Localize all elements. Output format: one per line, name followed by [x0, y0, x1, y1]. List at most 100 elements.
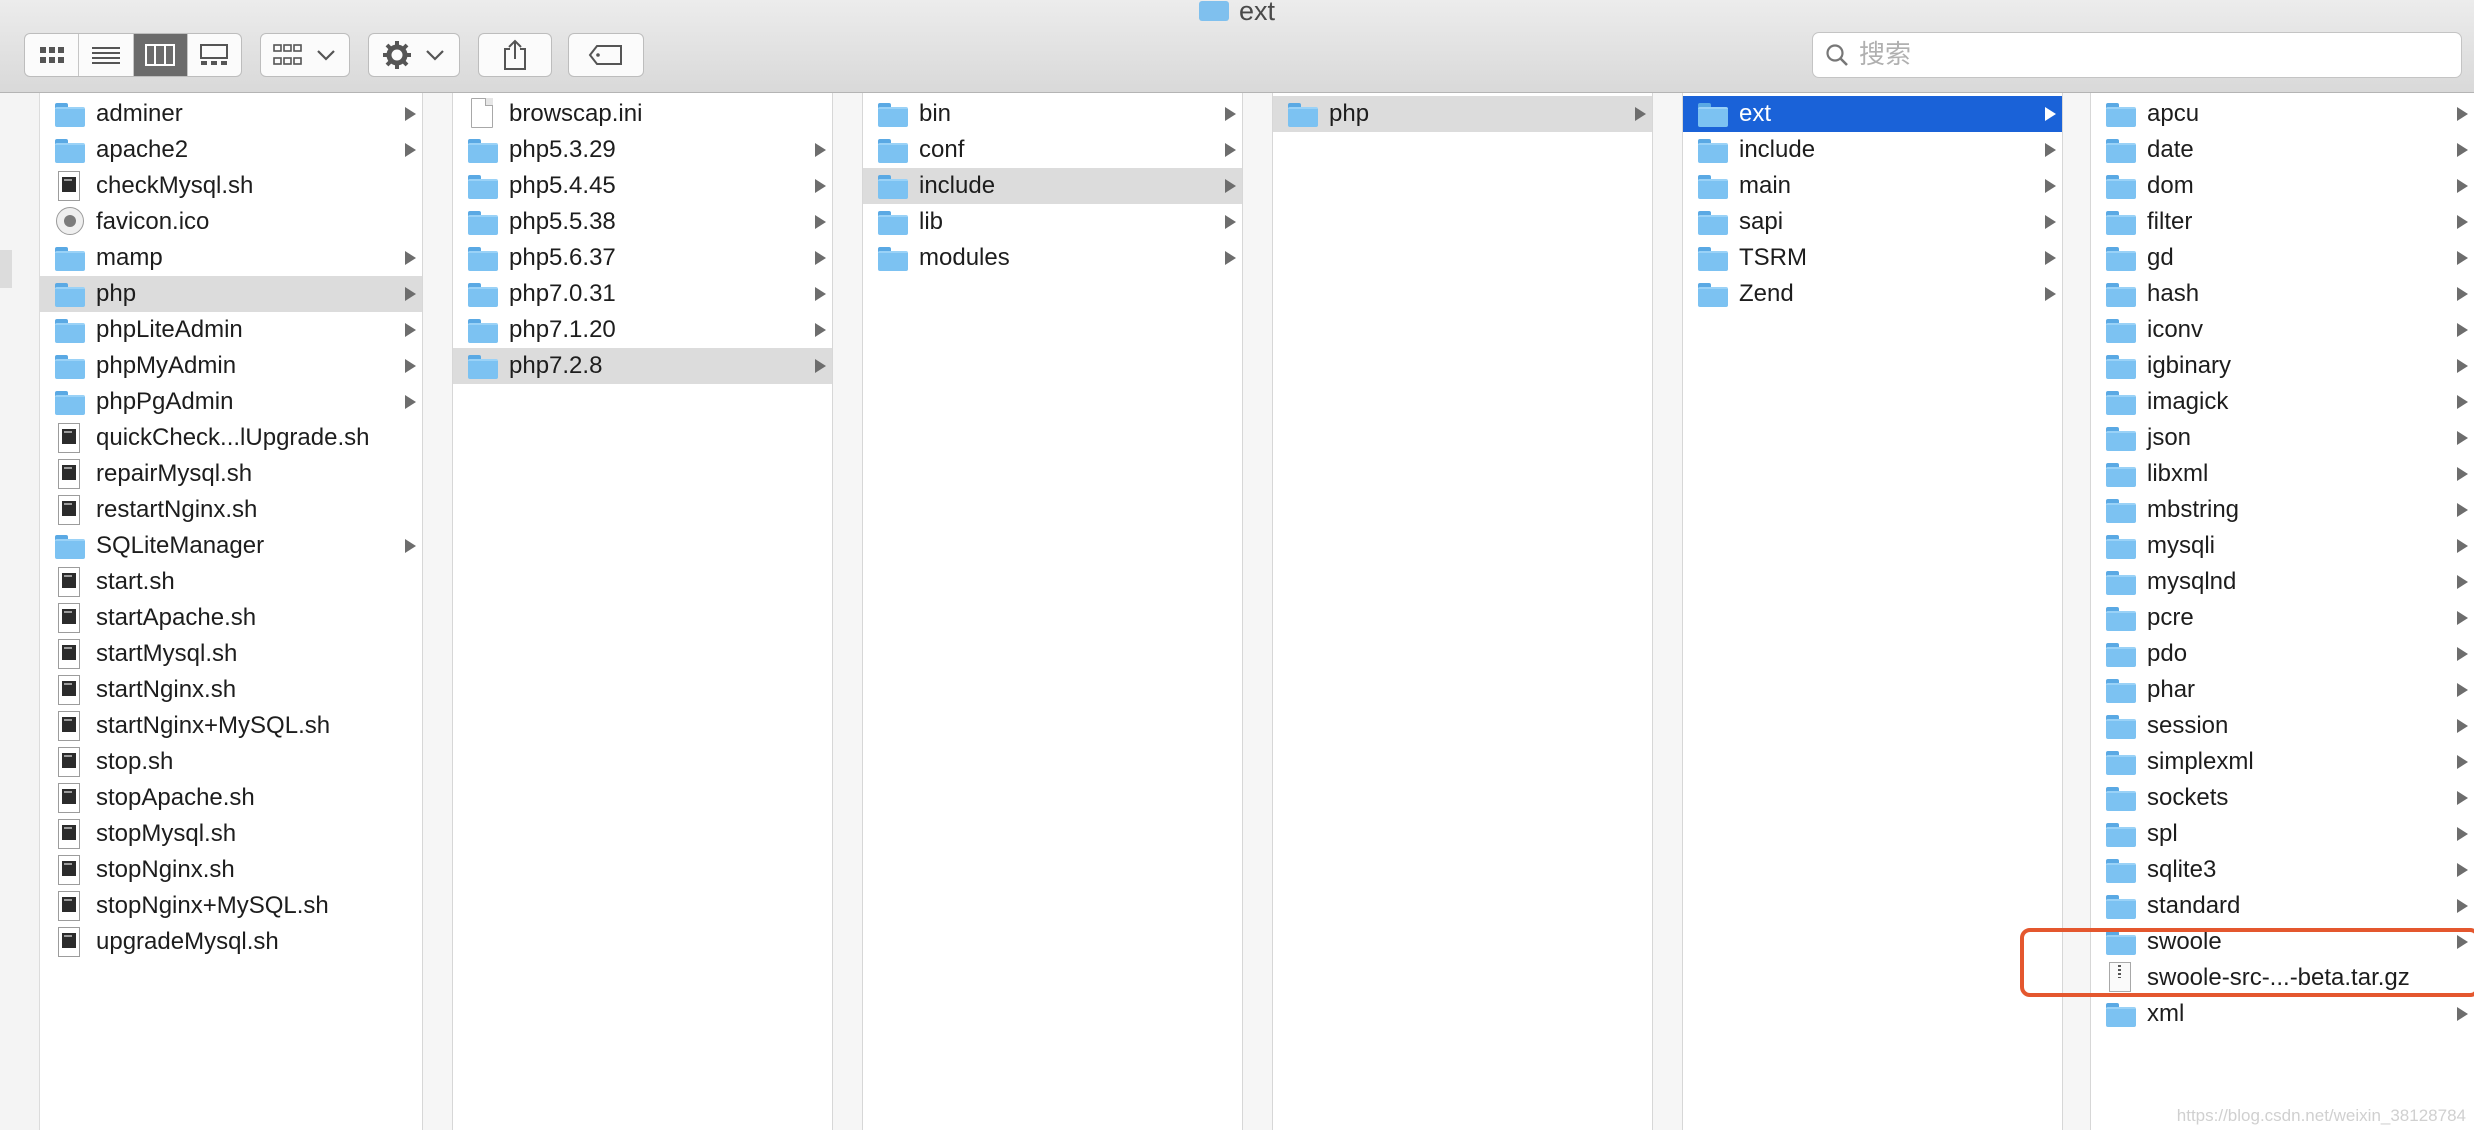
shell-script-icon — [58, 747, 80, 777]
column-view-button[interactable] — [133, 34, 188, 76]
folder-row[interactable]: gd — [2091, 240, 2474, 276]
folder-row[interactable]: filter — [2091, 204, 2474, 240]
folder-row[interactable]: include — [863, 168, 1242, 204]
folder-row[interactable]: php7.2.8 — [453, 348, 832, 384]
file-row[interactable]: checkMysql.sh — [40, 168, 422, 204]
folder-row[interactable]: spl — [2091, 816, 2474, 852]
disclosure-arrow-icon — [405, 359, 416, 373]
item-label: mysqlnd — [2147, 568, 2237, 595]
folder-row[interactable]: php5.6.37 — [453, 240, 832, 276]
folder-row[interactable]: sapi — [1683, 204, 2062, 240]
folder-row[interactable]: mysqlnd — [2091, 564, 2474, 600]
file-row[interactable]: start.sh — [40, 564, 422, 600]
list-view-button[interactable] — [79, 34, 134, 76]
folder-row[interactable]: main — [1683, 168, 2062, 204]
file-row[interactable]: stop.sh — [40, 744, 422, 780]
folder-row[interactable]: php5.3.29 — [453, 132, 832, 168]
folder-row[interactable]: php5.5.38 — [453, 204, 832, 240]
column-5[interactable]: ext include main sapi TSRM Zend — [1683, 93, 2063, 1130]
folder-row[interactable]: phpMyAdmin — [40, 348, 422, 384]
gallery-view-button[interactable] — [188, 34, 241, 76]
file-row[interactable]: upgradeMysql.sh — [40, 924, 422, 960]
folder-row[interactable]: phar — [2091, 672, 2474, 708]
folder-row[interactable]: imagick — [2091, 384, 2474, 420]
share-button[interactable] — [478, 33, 552, 77]
folder-row[interactable]: phpPgAdmin — [40, 384, 422, 420]
folder-icon — [2105, 748, 2137, 776]
folder-row[interactable]: ext — [1683, 96, 2062, 132]
file-row[interactable]: repairMysql.sh — [40, 456, 422, 492]
file-row[interactable]: startNginx.sh — [40, 672, 422, 708]
folder-row[interactable]: hash — [2091, 276, 2474, 312]
folder-row[interactable]: simplexml — [2091, 744, 2474, 780]
file-row[interactable]: stopApache.sh — [40, 780, 422, 816]
item-label: phpMyAdmin — [96, 352, 237, 379]
folder-row[interactable]: xml — [2091, 996, 2474, 1032]
shell-script-icon — [58, 855, 80, 885]
column-6[interactable]: apcu date dom filter gd hash iconv igbinary imag… — [2091, 93, 2474, 1130]
file-row[interactable]: restartNginx.sh — [40, 492, 422, 528]
file-row[interactable]: browscap.ini — [453, 96, 832, 132]
folder-row[interactable]: standard — [2091, 888, 2474, 924]
folder-row[interactable]: php — [40, 276, 422, 312]
folder-row[interactable]: dom — [2091, 168, 2474, 204]
folder-row[interactable]: TSRM — [1683, 240, 2062, 276]
folder-row[interactable]: mamp — [40, 240, 422, 276]
folder-row[interactable]: swoole — [2091, 924, 2474, 960]
column-1-gutter — [423, 93, 453, 1130]
folder-row[interactable]: iconv — [2091, 312, 2474, 348]
folder-icon — [877, 208, 909, 236]
search-input[interactable] — [1857, 34, 2421, 76]
folder-row[interactable]: SQLiteManager — [40, 528, 422, 564]
folder-row[interactable]: php7.0.31 — [453, 276, 832, 312]
file-row[interactable]: startNginx+MySQL.sh — [40, 708, 422, 744]
action-menu-button[interactable] — [368, 33, 460, 77]
folder-row[interactable]: include — [1683, 132, 2062, 168]
gear-icon — [383, 41, 411, 69]
disclosure-arrow-icon — [2457, 179, 2468, 193]
search-field[interactable] — [1812, 32, 2462, 78]
icon-view-button[interactable] — [25, 34, 80, 76]
folder-row[interactable]: lib — [863, 204, 1242, 240]
file-row[interactable]: startApache.sh — [40, 600, 422, 636]
folder-row[interactable]: mbstring — [2091, 492, 2474, 528]
folder-row[interactable]: adminer — [40, 96, 422, 132]
folder-row[interactable]: session — [2091, 708, 2474, 744]
folder-row[interactable]: json — [2091, 420, 2474, 456]
file-row[interactable]: stopNginx+MySQL.sh — [40, 888, 422, 924]
folder-row[interactable]: modules — [863, 240, 1242, 276]
folder-row[interactable]: igbinary — [2091, 348, 2474, 384]
file-row[interactable]: stopMysql.sh — [40, 816, 422, 852]
group-by-button[interactable] — [260, 33, 350, 77]
disclosure-arrow-icon — [2457, 899, 2468, 913]
folder-row[interactable]: Zend — [1683, 276, 2062, 312]
column-2[interactable]: browscap.ini php5.3.29 php5.4.45 php5.5.38 p… — [453, 93, 833, 1130]
file-row[interactable]: quickCheck...lUpgrade.sh — [40, 420, 422, 456]
folder-row[interactable]: sqlite3 — [2091, 852, 2474, 888]
folder-row[interactable]: conf — [863, 132, 1242, 168]
folder-row[interactable]: pcre — [2091, 600, 2474, 636]
folder-icon — [877, 172, 909, 200]
folder-row[interactable]: apache2 — [40, 132, 422, 168]
folder-row[interactable]: pdo — [2091, 636, 2474, 672]
folder-row[interactable]: bin — [863, 96, 1242, 132]
folder-row[interactable]: php — [1273, 96, 1652, 132]
folder-row[interactable]: libxml — [2091, 456, 2474, 492]
folder-row[interactable]: sockets — [2091, 780, 2474, 816]
tags-button[interactable] — [568, 33, 644, 77]
column-4[interactable]: php — [1273, 93, 1653, 1130]
folder-row[interactable]: date — [2091, 132, 2474, 168]
folder-row[interactable]: php7.1.20 — [453, 312, 832, 348]
file-row[interactable]: swoole-src-...-beta.tar.gz — [2091, 960, 2474, 996]
folder-row[interactable]: phpLiteAdmin — [40, 312, 422, 348]
folder-row[interactable]: php5.4.45 — [453, 168, 832, 204]
folder-row[interactable]: apcu — [2091, 96, 2474, 132]
shell-script-icon — [58, 495, 80, 525]
file-row[interactable]: stopNginx.sh — [40, 852, 422, 888]
column-3[interactable]: bin conf include lib modules — [863, 93, 1243, 1130]
file-row[interactable]: favicon.ico — [40, 204, 422, 240]
column-1[interactable]: adminer apache2 checkMysql.sh favicon.ico ma… — [40, 93, 423, 1130]
item-label: mamp — [96, 244, 163, 271]
file-row[interactable]: startMysql.sh — [40, 636, 422, 672]
folder-row[interactable]: mysqli — [2091, 528, 2474, 564]
